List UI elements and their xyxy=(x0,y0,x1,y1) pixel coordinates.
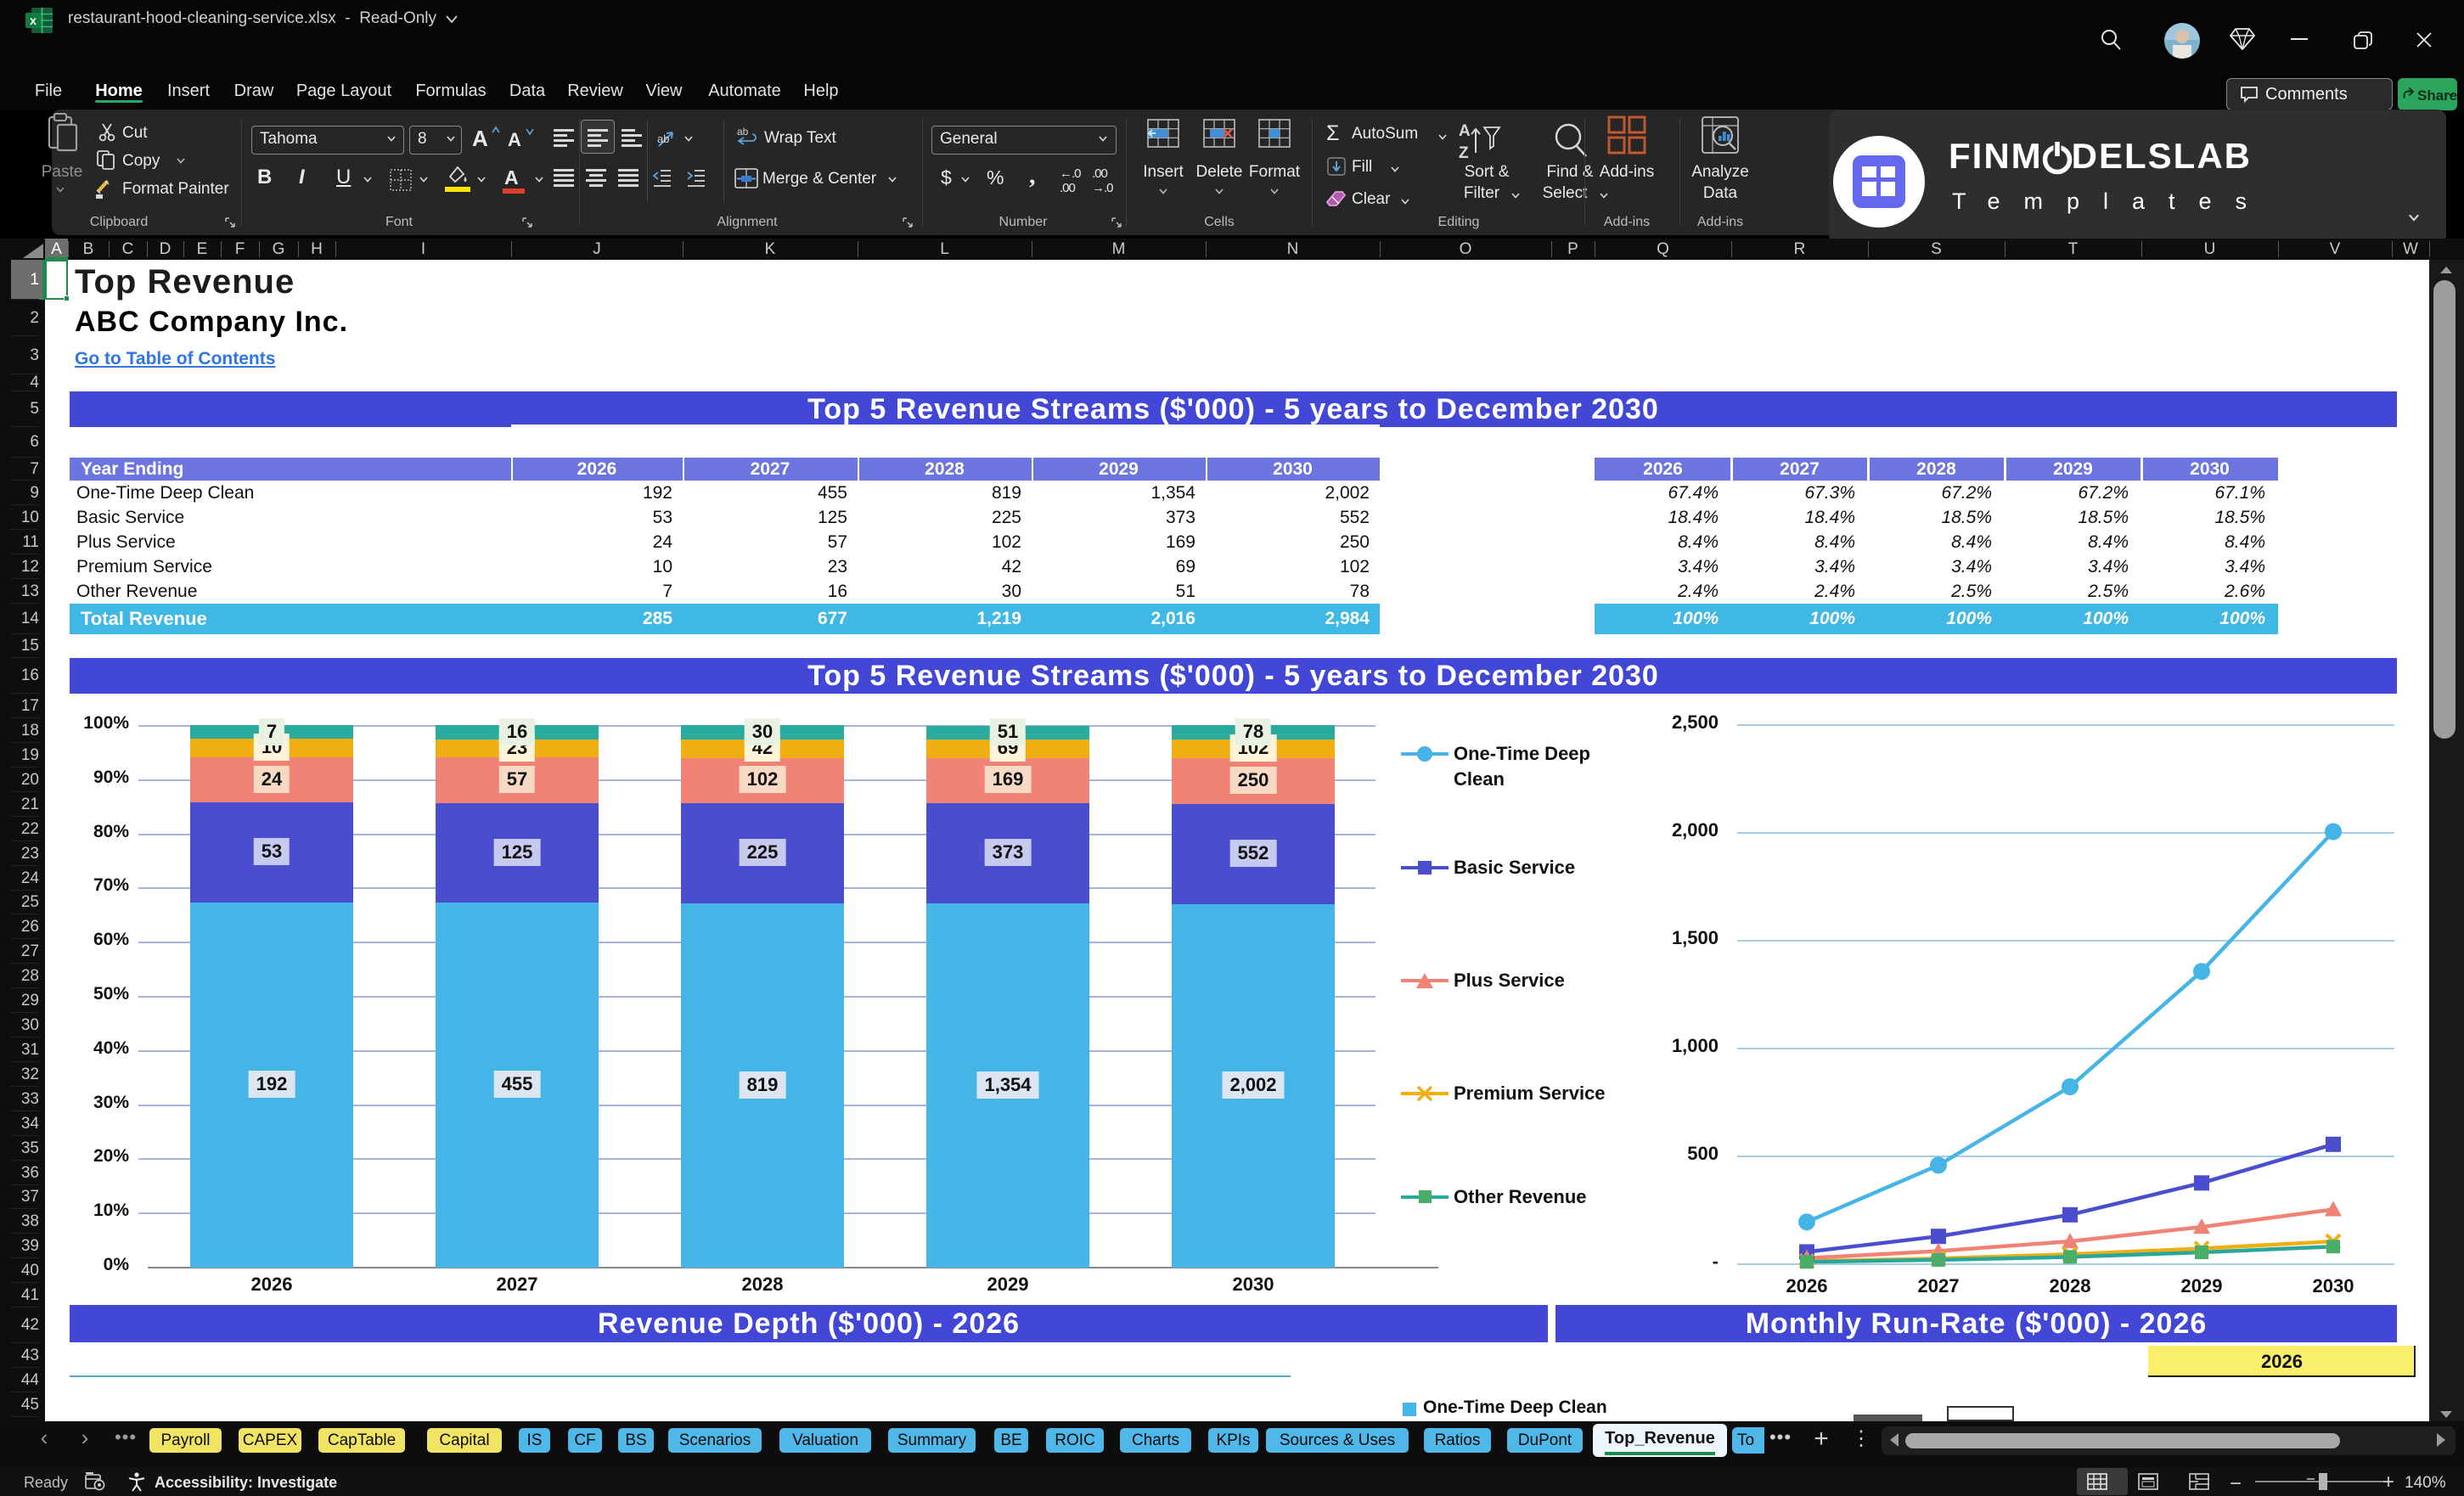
svg-text:A: A xyxy=(1459,122,1471,140)
svg-text:ab: ab xyxy=(737,126,749,138)
svg-text:ab: ab xyxy=(657,132,669,145)
svg-text:x: x xyxy=(30,14,37,27)
svg-text:Z: Z xyxy=(1459,144,1469,161)
